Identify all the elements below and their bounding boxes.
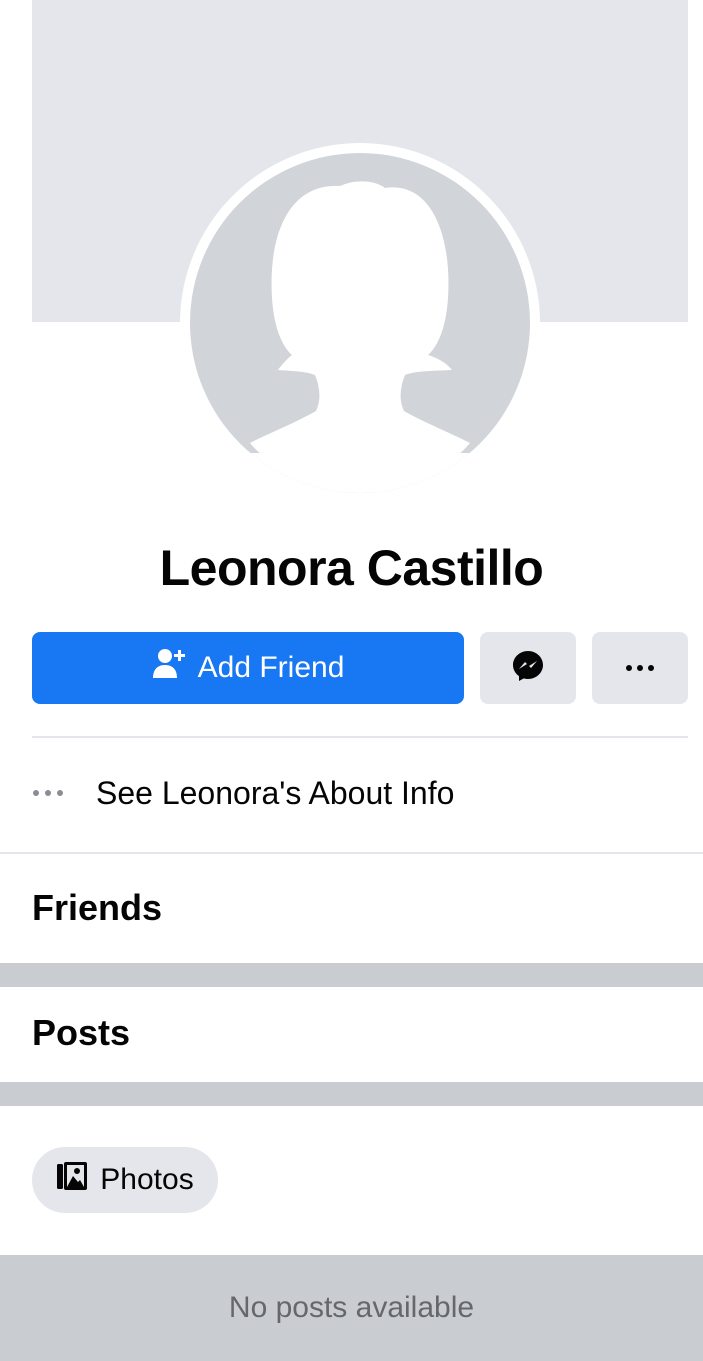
about-info-row[interactable]: See Leonora's About Info (32, 758, 672, 828)
avatar (190, 153, 530, 493)
add-friend-label: Add Friend (197, 651, 345, 684)
photos-label: Photos (100, 1163, 194, 1196)
profile-picture[interactable] (180, 143, 540, 503)
no-posts-text: No posts available (228, 1291, 475, 1324)
divider (32, 736, 688, 738)
profile-name: Leonora Castillo (159, 540, 544, 596)
posts-section-title: Posts (32, 1012, 131, 1053)
more-dots-icon (32, 789, 96, 797)
section-separator (0, 1082, 703, 1106)
photos-filter-button[interactable]: Photos (32, 1147, 218, 1213)
default-female-silhouette-icon (190, 181, 530, 493)
message-button[interactable] (480, 632, 576, 704)
photos-icon (56, 1161, 88, 1199)
add-person-icon (152, 647, 186, 689)
messenger-icon (511, 649, 545, 688)
divider (0, 852, 703, 854)
section-separator (0, 963, 703, 987)
empty-feed-message: No posts available (0, 1255, 703, 1361)
more-dots-icon (625, 659, 655, 677)
about-info-link[interactable]: See Leonora's About Info (96, 775, 454, 812)
add-friend-button[interactable]: Add Friend (32, 632, 464, 704)
more-options-button[interactable] (592, 632, 688, 704)
friends-section-title[interactable]: Friends (32, 883, 162, 933)
